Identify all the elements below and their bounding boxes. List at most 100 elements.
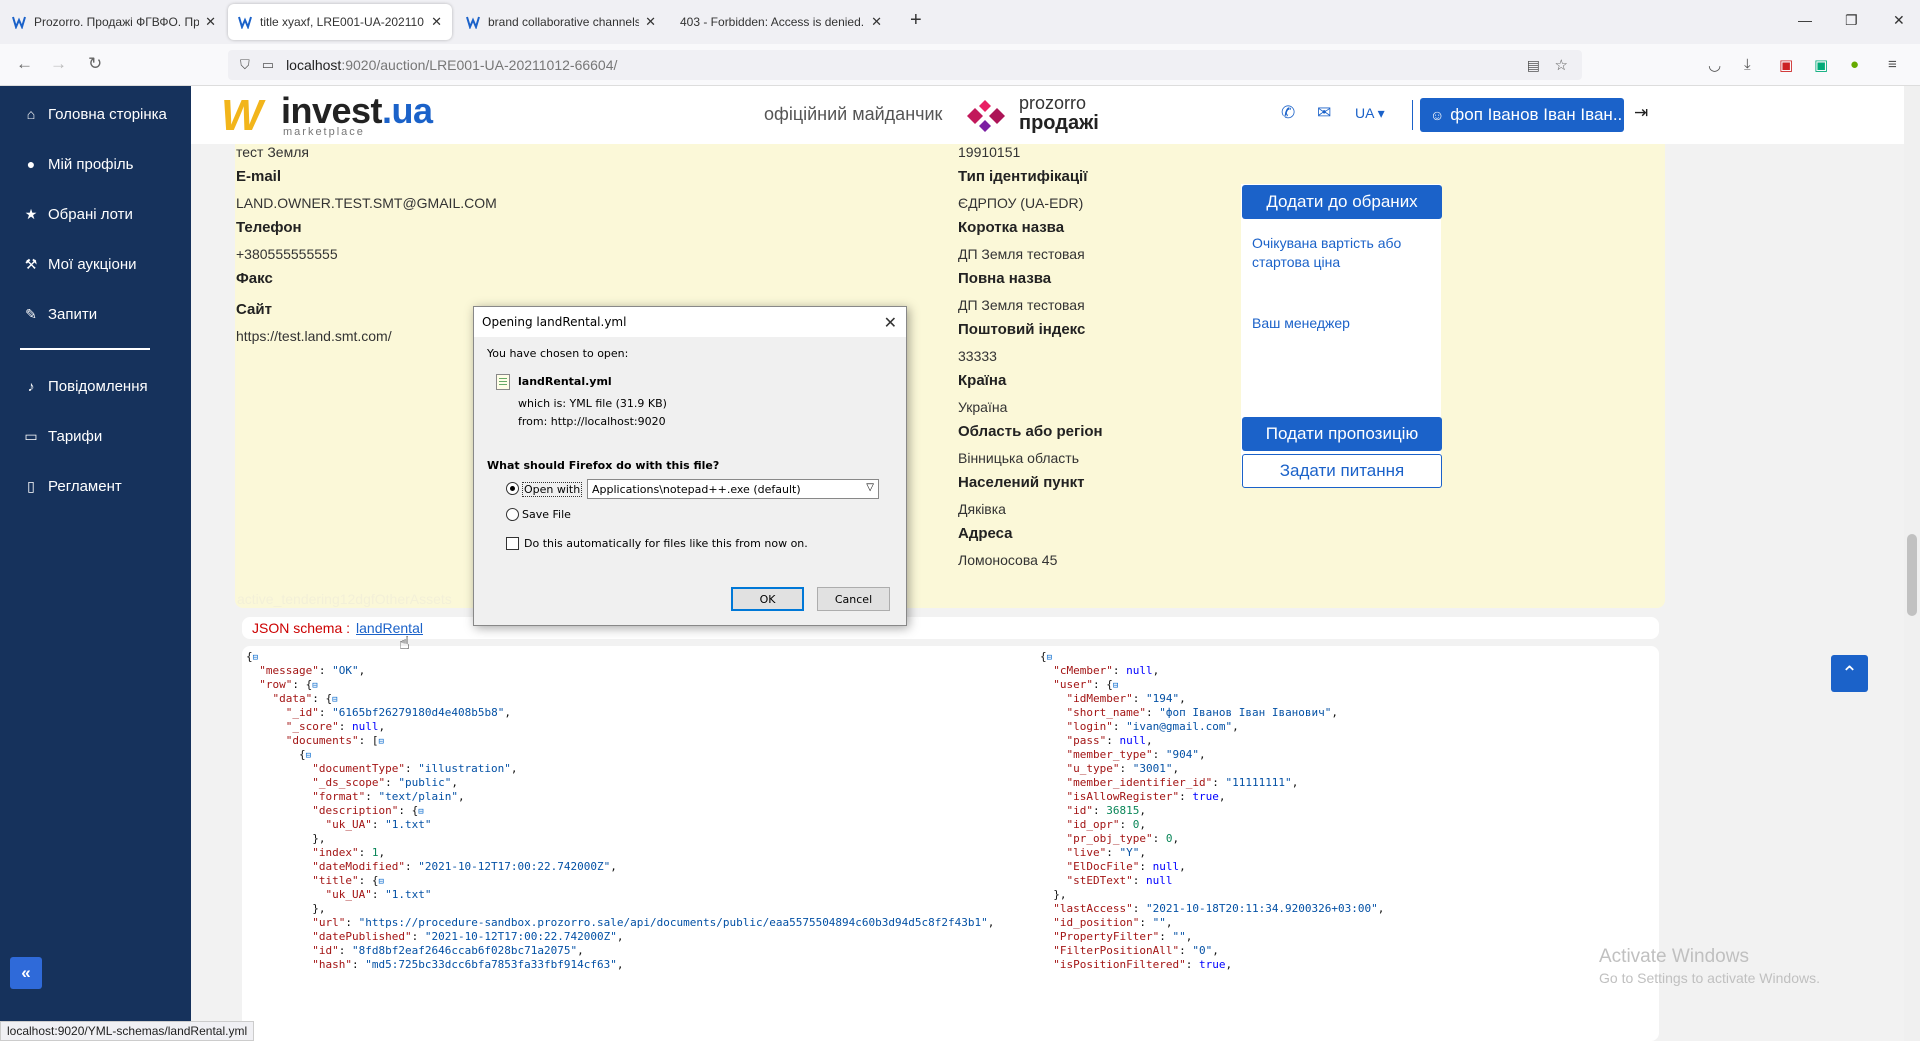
close-tab-icon[interactable]: ✕ — [871, 14, 882, 30]
scrollbar-thumb[interactable] — [1907, 534, 1917, 616]
favicon-icon — [466, 16, 480, 29]
fax-label: Факс — [236, 270, 273, 287]
extension-red-icon[interactable]: ▣ — [1779, 56, 1793, 74]
json-line: "_id": "6165bf26279180d4e408b5b8", — [285, 706, 511, 719]
cancel-button[interactable]: Cancel — [817, 587, 890, 611]
phone-label: Телефон — [236, 219, 302, 236]
auto-action-label[interactable]: Do this automatically for files like thi… — [524, 537, 808, 550]
close-tab-icon[interactable]: ✕ — [205, 14, 216, 30]
pocket-icon[interactable]: ◡ — [1708, 56, 1721, 74]
auto-action-checkbox[interactable] — [506, 537, 519, 550]
json-line: "format": "text/plain", — [312, 790, 465, 803]
gavel-icon: ⚒ — [24, 255, 38, 272]
forward-icon[interactable]: → — [50, 54, 67, 74]
close-tab-icon[interactable]: ✕ — [645, 14, 656, 30]
json-line: "dateModified": "2021-10-12T17:00:22.742… — [312, 860, 617, 873]
prozorro-sales-text: продажі — [1019, 112, 1099, 134]
json-line: "message": "OK", — [259, 664, 366, 677]
user-account-button[interactable]: ☺ фоп Іванов Іван Іван.. — [1420, 98, 1624, 132]
sidebar-item-requests[interactable]: ✎ Запити — [20, 299, 97, 329]
back-icon[interactable]: ← — [16, 54, 33, 74]
region-value: Вінницька область — [958, 450, 1079, 466]
user-name-label: фоп Іванов Іван Іван.. — [1450, 105, 1623, 124]
json-line: "member_identifier_id": "11111111", — [1066, 776, 1299, 789]
json-line: "url": "https://procedure-sandbox.prozor… — [312, 916, 995, 929]
bookmark-star-icon[interactable]: ☆ — [1555, 56, 1568, 74]
open-with-radio[interactable] — [506, 482, 519, 495]
sidebar-item-home[interactable]: ⌂ Головна сторінка — [20, 99, 167, 129]
menu-icon[interactable]: ≡ — [1888, 56, 1897, 73]
phone-icon[interactable]: ✆ — [1281, 103, 1295, 123]
extension-green-icon[interactable]: ● — [1850, 56, 1859, 73]
invest-logo-icon[interactable]: W — [221, 94, 263, 138]
sidebar-item-tariffs[interactable]: ▭ Тарифи — [20, 421, 102, 451]
url-bar[interactable]: ⛉ ▭ localhost:9020/auction/LRE001-UA-202… — [228, 50, 1582, 80]
user-icon: ● — [26, 156, 36, 172]
restore-icon[interactable]: ❐ — [1845, 12, 1858, 29]
sidebar-item-profile[interactable]: ● Мій профіль — [20, 149, 134, 179]
json-line: "cMember": null, — [1053, 664, 1160, 677]
sidebar-item-regulations[interactable]: ▯ Регламент — [20, 471, 122, 501]
json-viewer: {⊟ "message": "OK", "row": {⊟ "data": {⊟… — [242, 646, 1659, 1041]
download-icon[interactable]: ⤓ — [1744, 56, 1751, 73]
sidebar-item-favorites[interactable]: ★ Обрані лоти — [20, 199, 133, 229]
ask-question-button[interactable]: Задати питання — [1242, 454, 1442, 488]
json-line: "short_name": "фоп Іванов Іван Іванович"… — [1066, 706, 1339, 719]
browser-tab-active[interactable]: title xyaxf, LRE001-UA-202110 ✕ — [228, 4, 452, 40]
sidebar-item-messages[interactable]: ♪ Повідомлення — [20, 371, 148, 401]
language-label: UA — [1355, 105, 1374, 121]
add-to-favorites-button[interactable]: Додати до обраних — [1242, 185, 1442, 219]
browser-tab[interactable]: brand collaborative channels, U ✕ — [456, 4, 666, 40]
browser-tab[interactable]: Prozorro. Продажі ФГВФО. Пр ✕ — [2, 4, 226, 40]
ok-button[interactable]: OK — [731, 587, 804, 611]
id-type-label: Тип ідентифікації — [958, 168, 1088, 185]
hand-cursor-icon: ☝ — [399, 633, 410, 653]
shield-icon[interactable]: ⛉ — [240, 57, 250, 73]
application-select[interactable]: Applications\notepad++.exe (default) ▽ — [587, 479, 879, 499]
page-info-icon[interactable]: ▭ — [262, 57, 274, 73]
file-source-text: from: http://localhost:9020 — [518, 415, 666, 428]
json-schema-link[interactable]: landRental — [356, 620, 423, 636]
header-divider — [1412, 100, 1413, 130]
json-line: "stEDText": null — [1066, 874, 1173, 887]
url-path: :9020/auction/LRE001-UA-20211012-66604/ — [341, 57, 618, 73]
page-scrollbar[interactable] — [1904, 86, 1920, 1041]
prozorro-text: prozorro — [1019, 93, 1087, 113]
collapse-sidebar-icon[interactable]: « — [10, 957, 42, 989]
money-icon: ▭ — [24, 427, 38, 444]
expected-value-link[interactable]: Очікувана вартість або стартова ціна — [1252, 234, 1402, 272]
dialog-close-icon[interactable]: ✕ — [884, 313, 897, 332]
status-text-faded: active_tendering12dgfOtherAssets — [237, 591, 452, 607]
language-selector[interactable]: UA ▾ — [1355, 105, 1385, 122]
minimize-icon[interactable]: — — [1798, 12, 1812, 28]
prozorro-logo-icon[interactable] — [959, 94, 1011, 138]
json-line: "hash": "md5:725bc33dcc6bfa7853fa33fbf91… — [312, 958, 624, 971]
reload-icon[interactable]: ↻ — [88, 54, 102, 74]
logout-icon[interactable]: ⇥ — [1634, 103, 1648, 123]
close-tab-icon[interactable]: ✕ — [431, 14, 442, 30]
short-name-value: ДП Земля тестовая — [958, 246, 1085, 262]
pencil-icon: ✎ — [25, 305, 37, 322]
json-line: "_ds_scope": "public", — [312, 776, 458, 789]
country-label: Країна — [958, 372, 1007, 389]
reader-mode-icon[interactable]: ▤ — [1527, 57, 1540, 74]
json-line: "FilterPositionAll": "0", — [1053, 944, 1219, 957]
sidebar-item-label: Обрані лоти — [48, 205, 133, 223]
new-tab-icon[interactable]: + — [910, 9, 922, 32]
save-file-radio[interactable] — [506, 508, 519, 521]
sidebar-item-auctions[interactable]: ⚒ Мої аукціони — [20, 249, 137, 279]
your-manager-link[interactable]: Ваш менеджер — [1252, 314, 1350, 333]
json-line: "title": {⊟ — [312, 874, 384, 887]
json-line: {⊟ — [1040, 650, 1053, 663]
extension-save-icon[interactable]: ▣ — [1814, 56, 1828, 74]
scroll-to-top-button[interactable]: ⌃ — [1831, 655, 1868, 692]
close-window-icon[interactable]: ✕ — [1893, 12, 1905, 29]
save-file-label[interactable]: Save File — [522, 508, 571, 521]
postal-code-label: Поштовий індекс — [958, 321, 1086, 338]
envelope-icon[interactable]: ✉ — [1317, 103, 1331, 123]
browser-tab[interactable]: 403 - Forbidden: Access is denied. ✕ — [670, 4, 892, 40]
open-with-label[interactable]: Open with — [522, 482, 583, 497]
url-host: localhost — [286, 57, 342, 73]
submit-offer-button[interactable]: Подати пропозицію — [1242, 417, 1442, 451]
site-logo[interactable]: invest.ua — [281, 92, 433, 130]
